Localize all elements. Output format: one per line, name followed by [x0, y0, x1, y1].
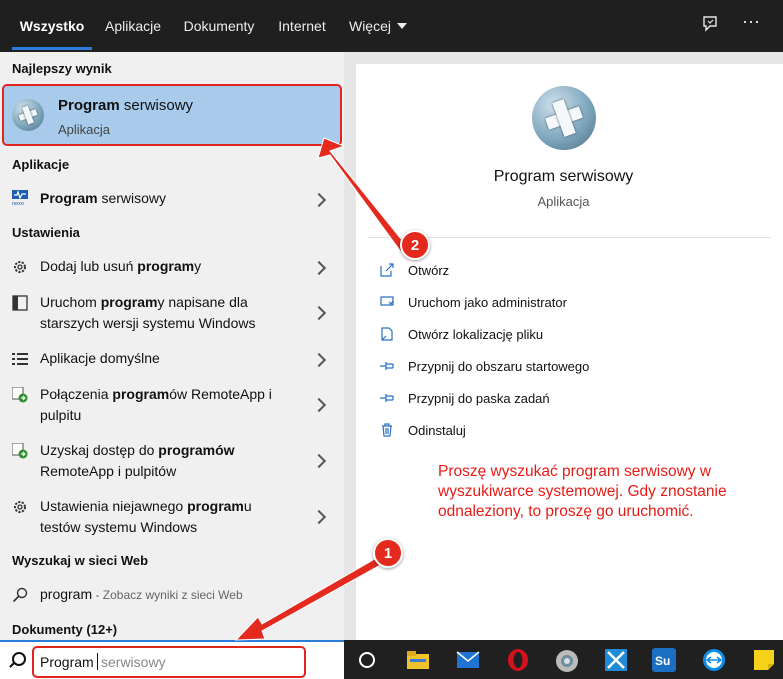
list-item-label: Uruchom programy napisane dla starszych …: [40, 294, 256, 331]
gear-icon: [12, 259, 28, 275]
file-location-icon: [381, 327, 393, 341]
chevron-right-icon[interactable]: [311, 305, 327, 321]
best-match-title: Program serwisowy: [58, 97, 194, 114]
tab-documents[interactable]: Dokumenty: [176, 0, 262, 52]
web-search-item[interactable]: program - Zobacz wyniki z sieci Web: [0, 584, 344, 606]
detail-app-kind: Aplikacja: [537, 194, 590, 209]
file-explorer-icon[interactable]: [406, 648, 430, 672]
search-icon: [12, 587, 28, 603]
step-badge-1: 1: [373, 538, 403, 568]
sticky-notes-icon[interactable]: [752, 648, 776, 672]
list-item-label: Aplikacje domyślne: [40, 350, 160, 366]
chevron-right-icon[interactable]: [311, 192, 327, 208]
default-apps-icon: [12, 351, 28, 367]
mail-icon[interactable]: [456, 648, 480, 672]
list-item-setting[interactable]: Aplikacje domyślne: [0, 348, 344, 370]
chevron-down-icon: [397, 23, 407, 29]
action-label: Otwórz: [408, 263, 450, 278]
list-item-app[interactable]: nexo Program serwisowy: [0, 188, 344, 210]
list-item-label: Ustawienia niejawnego programu testów sy…: [40, 498, 252, 535]
sumatra-icon[interactable]: Su: [652, 648, 676, 672]
section-web-search: Wyszukaj w sieci Web: [12, 553, 149, 568]
annotation-note: Proszę wyszukać program serwisowy w wysz…: [438, 463, 727, 520]
section-best-match: Najlepszy wynik: [12, 61, 112, 76]
search-input[interactable]: Program: [40, 654, 94, 670]
service-program-icon: [12, 99, 44, 131]
feedback-icon[interactable]: [701, 15, 719, 38]
list-item-setting[interactable]: Połączenia programów RemoteApp i pulpitu: [0, 384, 344, 428]
pin-icon: [380, 362, 394, 370]
open-icon: [380, 263, 394, 277]
search-icon: [12, 652, 26, 666]
svg-text:nexo: nexo: [12, 201, 24, 206]
admin-icon: [380, 296, 394, 306]
step-badge-2: 2: [400, 230, 430, 260]
section-settings: Ustawienia: [12, 225, 80, 240]
chrome-style-icon[interactable]: [554, 648, 578, 672]
section-documents: Dokumenty (12+): [12, 622, 118, 637]
list-item-setting[interactable]: Ustawienia niejawnego programu testów sy…: [0, 496, 344, 540]
detail-app-name: Program serwisowy: [493, 168, 634, 185]
list-item-setting[interactable]: Uzyskaj dostęp do programów RemoteApp i …: [0, 440, 344, 484]
text-cursor: [97, 653, 98, 670]
action-label: Przypnij do obszaru startowego: [408, 359, 590, 374]
best-match-subtitle: Aplikacja: [58, 122, 111, 137]
search-scope-bar: Wszystko Aplikacje Dokumenty Internet Wi…: [0, 0, 783, 52]
remoteapp-icon: [11, 386, 28, 403]
tab-apps[interactable]: Aplikacje: [96, 0, 170, 52]
tab-more-label: Więcej: [348, 18, 391, 34]
svg-text:Su: Su: [655, 654, 670, 668]
list-item-setting[interactable]: Dodaj lub usuń programy: [0, 256, 344, 278]
search-autocomplete: serwisowy: [101, 654, 166, 670]
window-compat-icon: [12, 295, 28, 311]
app-icon: nexo: [12, 190, 28, 207]
service-program-large-icon: [532, 86, 596, 150]
list-item-setting[interactable]: Uruchom programy napisane dla starszych …: [0, 292, 344, 336]
action-label: Odinstaluj: [408, 423, 466, 438]
pin-icon: [380, 394, 394, 402]
gear-icon: [12, 499, 28, 515]
opera-icon[interactable]: [506, 648, 530, 672]
action-label: Otwórz lokalizację pliku: [408, 327, 544, 342]
chevron-right-icon[interactable]: [311, 509, 327, 525]
chevron-right-icon[interactable]: [311, 352, 327, 368]
tab-all[interactable]: Wszystko: [12, 0, 92, 52]
cortana-icon[interactable]: [356, 649, 378, 671]
tab-internet[interactable]: Internet: [270, 0, 334, 52]
detail-panel: Program serwisowy Aplikacja Otwórz Uruch…: [356, 64, 783, 640]
action-label: Przypnij do paska zadań: [408, 391, 550, 406]
action-label: Uruchom jako administrator: [408, 295, 567, 310]
tab-more[interactable]: Więcej: [342, 0, 414, 52]
chevron-right-icon[interactable]: [311, 260, 327, 276]
list-item-label: Dodaj lub usuń programy: [40, 258, 202, 274]
trash-icon: [382, 423, 392, 437]
chevron-right-icon[interactable]: [311, 453, 327, 469]
section-apps: Aplikacje: [12, 157, 70, 172]
visual-studio-icon[interactable]: [604, 648, 628, 672]
remoteapp-icon: [11, 442, 28, 459]
more-options-icon[interactable]: ⋯: [742, 12, 760, 33]
web-search-label: program - Zobacz wyniki z sieci Web: [40, 586, 243, 602]
teamviewer-icon[interactable]: [702, 648, 726, 672]
search-bar[interactable]: Program serwisowy: [0, 640, 344, 679]
list-item-label: Program serwisowy: [40, 190, 167, 206]
best-match-item[interactable]: Program serwisowy Aplikacja: [2, 84, 342, 146]
list-item-label: Połączenia programów RemoteApp i pulpitu: [40, 386, 272, 423]
chevron-right-icon[interactable]: [311, 397, 327, 413]
list-item-label: Uzyskaj dostęp do programów RemoteApp i …: [40, 442, 235, 479]
